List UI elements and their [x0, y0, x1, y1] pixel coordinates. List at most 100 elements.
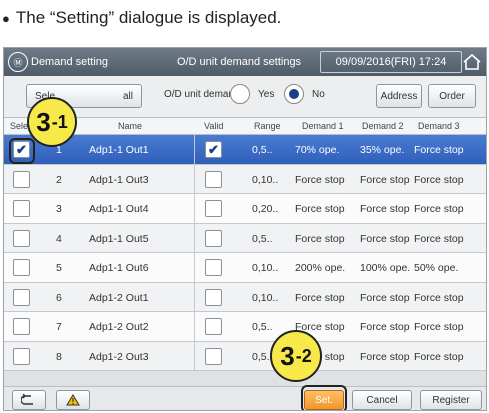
- column-divider: [194, 135, 195, 164]
- table-row[interactable]: 7 Adp1-2 Out2 0,5.. Force stop Force stop For…: [4, 312, 486, 342]
- table-row[interactable]: 8Adp1-2 Out30,5..Force stopForce stopFor…: [4, 341, 486, 371]
- row-demand2: Force stop: [360, 203, 410, 215]
- title-bar: Ⓜ Demand setting O/D unit demand setting…: [4, 48, 486, 76]
- home-icon[interactable]: [462, 52, 482, 72]
- row-range: 0,5..: [252, 232, 273, 245]
- order-button[interactable]: Order: [428, 84, 476, 108]
- valid-checkbox[interactable]: [205, 170, 222, 188]
- row-number: 3: [56, 203, 62, 215]
- callout-3-1-suffix: -1: [51, 111, 68, 132]
- row-name: Adp1-2 Out3: [89, 350, 149, 363]
- select-checkbox[interactable]: [13, 259, 30, 276]
- row-range: 0,5..: [252, 321, 273, 333]
- row-number: 8: [56, 350, 62, 363]
- row-number: 5: [56, 262, 62, 274]
- row-demand3: Force stop: [414, 203, 464, 215]
- column-divider: [194, 194, 195, 223]
- row-number: 6: [56, 291, 62, 304]
- highlight-select-checkbox: [9, 138, 35, 164]
- row-demand1: Force stop: [295, 291, 345, 304]
- row-range: 0,10..: [252, 291, 279, 304]
- row-demand2: 35% ope.: [360, 144, 405, 156]
- radio-yes-dot[interactable]: [230, 84, 250, 104]
- screen-subtitle: O/D unit demand settings: [176, 56, 302, 68]
- valid-checkbox[interactable]: [205, 347, 222, 365]
- row-demand3: Force stop: [414, 321, 464, 333]
- app-logo-icon: Ⓜ: [8, 52, 28, 72]
- valid-checkbox[interactable]: [205, 288, 222, 306]
- radio-no-label: No: [312, 88, 325, 100]
- header-name: Name: [118, 121, 143, 131]
- row-demand2: Force stop: [360, 173, 410, 186]
- column-divider: [194, 223, 195, 252]
- row-demand3: 50% ope.: [414, 262, 459, 274]
- column-divider: [194, 253, 195, 282]
- bottom-bar: Set. Cancel Register: [4, 386, 486, 410]
- header-demand3: Demand 3: [418, 121, 460, 131]
- radio-yes[interactable]: Yes: [230, 84, 274, 104]
- header-demand2: Demand 2: [362, 121, 404, 131]
- callout-3-1: 3 -1: [27, 97, 77, 147]
- row-demand3: Force stop: [414, 232, 464, 245]
- register-button[interactable]: Register: [420, 390, 482, 410]
- row-demand2: Force stop: [360, 321, 410, 333]
- row-name: Adp1-1 Out1: [89, 144, 149, 156]
- row-demand3: Force stop: [414, 173, 464, 186]
- od-unit-demand-label: O/D unit demand: [164, 89, 240, 100]
- address-button[interactable]: Address: [376, 84, 422, 108]
- select-checkbox[interactable]: [13, 170, 30, 188]
- radio-no[interactable]: No: [284, 84, 325, 104]
- select-checkbox[interactable]: [13, 318, 30, 335]
- row-demand2: Force stop: [360, 291, 410, 304]
- select-checkbox[interactable]: [13, 347, 30, 365]
- valid-checkbox[interactable]: ✔: [205, 141, 222, 158]
- column-divider: [194, 341, 195, 370]
- callout-3-2-number: 3: [280, 340, 295, 371]
- row-range: 0,10..: [252, 173, 279, 186]
- table-row[interactable]: 6 Adp1-2 Out1 0,10.. Force stop Force stop Fo…: [4, 282, 486, 312]
- column-divider: [194, 282, 195, 311]
- select-checkbox[interactable]: [13, 288, 30, 306]
- warning-icon[interactable]: [56, 390, 90, 410]
- row-demand2: Force stop: [360, 232, 410, 245]
- valid-checkbox[interactable]: [205, 229, 222, 247]
- highlight-set-button: [301, 385, 347, 410]
- valid-checkbox[interactable]: [205, 318, 222, 335]
- device-screen: Ⓜ Demand setting O/D unit demand setting…: [3, 47, 487, 411]
- table-row[interactable]: 3 Adp1-1 Out4 0,20.. Force stop Force stop Fo…: [4, 194, 486, 224]
- row-number: 2: [56, 173, 62, 186]
- row-name: Adp1-1 Out4: [89, 203, 149, 215]
- row-name: Adp1-2 Out1: [89, 291, 149, 304]
- row-demand2: 100% ope.: [360, 262, 411, 274]
- table-row[interactable]: ✔ 1 Adp1-1 Out1 ✔ 0,5.. 70% ope. 35% ope. Force…: [4, 135, 486, 165]
- row-demand1: 200% ope.: [295, 262, 346, 274]
- table-row[interactable]: 5 Adp1-1 Out6 0,10.. 200% ope. 100% ope. 50% …: [4, 253, 486, 283]
- header-range: Range: [254, 121, 281, 131]
- valid-checkbox[interactable]: [205, 200, 222, 217]
- table-row[interactable]: 4 Adp1-1 Out5 0,5.. Force stop Force stop For…: [4, 223, 486, 253]
- select-all-button-right: all: [122, 90, 133, 102]
- row-range: 0,20..: [252, 203, 279, 215]
- row-range: 0,5..: [252, 144, 273, 156]
- row-range: 0,10..: [252, 262, 279, 274]
- column-divider: [194, 312, 195, 341]
- valid-checkbox[interactable]: [205, 259, 222, 276]
- demand-table: ✔ 1 Adp1-1 Out1 ✔ 0,5.. 70% ope. 35% ope. Force…: [4, 135, 486, 371]
- cancel-button[interactable]: Cancel: [352, 390, 412, 410]
- radio-no-dot[interactable]: [284, 84, 304, 104]
- column-divider: [194, 164, 195, 193]
- row-demand3: Force stop: [414, 291, 464, 304]
- row-name: Adp1-1 Out6: [89, 262, 149, 274]
- caption-bullet: ●: [2, 10, 10, 26]
- row-demand3: Force stop: [414, 350, 464, 363]
- row-name: Adp1-1 Out5: [89, 232, 149, 245]
- table-row[interactable]: 2 Adp1-1 Out3 0,10.. Force stop Force stop Fo…: [4, 164, 486, 194]
- back-icon[interactable]: [12, 390, 46, 410]
- select-checkbox[interactable]: [13, 200, 30, 217]
- datetime-display: 09/09/2016(FRI) 17:24: [320, 51, 462, 73]
- header-valid: Valid: [204, 121, 224, 131]
- callout-3-2-suffix: -2: [295, 345, 312, 366]
- select-checkbox[interactable]: [13, 229, 30, 247]
- row-demand3: Force stop: [414, 144, 464, 156]
- row-name: Adp1-2 Out2: [89, 321, 149, 333]
